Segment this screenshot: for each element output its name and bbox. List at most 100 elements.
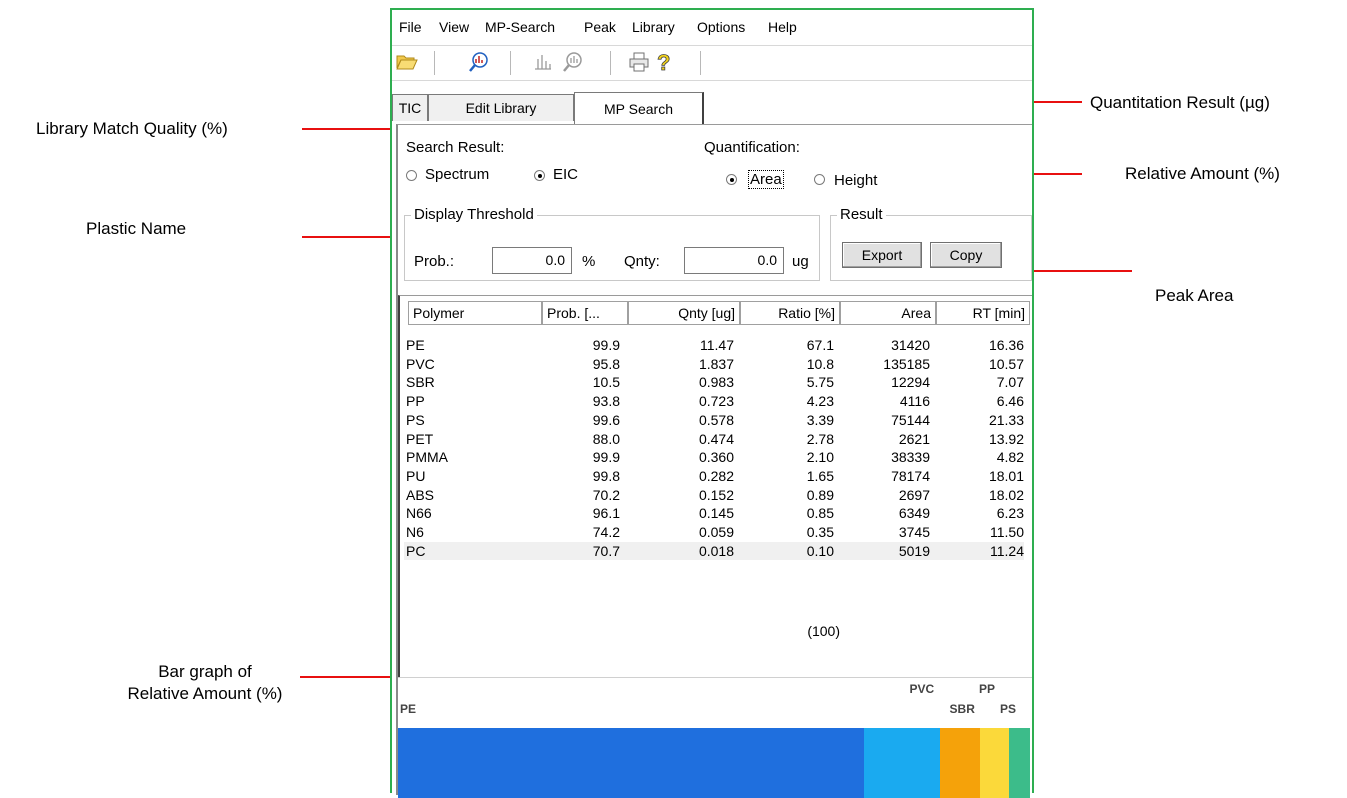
menu-file[interactable]: File [399, 19, 422, 35]
callout-bar-graph-line1: Bar graph of [158, 662, 252, 681]
table-row[interactable]: PC 70.7 0.018 0.10 5019 11.24 [404, 541, 1024, 560]
cell-ratio: 0.10 [806, 542, 834, 559]
table-row[interactable]: PE 99.9 11.47 67.1 31420 16.36 [404, 336, 1024, 354]
table-row[interactable]: PET 88.0 0.474 2.78 2621 13.92 [404, 430, 1024, 448]
callout-relative-amount: Relative Amount (%) [1125, 164, 1280, 183]
cell-rt: 11.24 [990, 542, 1024, 559]
tab-mp-search-label: MP Search [604, 100, 673, 117]
open-folder-icon[interactable] [394, 50, 420, 74]
mp-search-window: File View MP-Search Peak Library Options… [390, 8, 1034, 798]
relative-amount-bar-graph: PE PVC SBR PP PS [398, 677, 1032, 798]
cell-prob: 70.2 [592, 486, 620, 503]
peak-icon[interactable] [530, 50, 556, 74]
result-title: Result [837, 206, 886, 223]
table-row[interactable]: SBR 10.5 0.983 5.75 12294 7.07 [404, 373, 1024, 391]
cell-area: 5019 [898, 542, 930, 559]
cell-rt: 13.92 [988, 430, 1024, 447]
tab-mp-search[interactable]: MP Search [574, 92, 704, 124]
prob-unit: % [582, 253, 596, 270]
cell-polymer: PC [406, 542, 426, 559]
bar-label-pp: PP [978, 682, 995, 696]
prob-label: Prob.: [414, 253, 455, 270]
cell-ratio: 2.10 [806, 449, 834, 466]
cell-polymer: PMMA [406, 449, 448, 466]
callout-library-match-quality: Library Match Quality (%) [36, 119, 228, 138]
cell-polymer: SBR [406, 374, 435, 391]
cell-rt: 4.82 [996, 449, 1024, 466]
cell-prob: 96.1 [592, 505, 620, 522]
cell-polymer: PP [406, 393, 425, 410]
toolbar-separator [510, 51, 511, 75]
table-row[interactable]: PS 99.6 0.578 3.39 75144 21.33 [404, 411, 1024, 429]
cell-qnty: 0.059 [698, 524, 734, 540]
quantification-label: Quantification: [704, 139, 800, 156]
menu-help[interactable]: Help [768, 19, 797, 35]
column-header-qnty[interactable]: Qnty [ug] [628, 301, 740, 325]
cell-prob: 99.9 [592, 449, 620, 466]
cell-area: 12294 [891, 374, 930, 391]
callout-plastic-name: Plastic Name [86, 219, 187, 238]
cell-qnty: 0.145 [698, 505, 734, 522]
height-radio[interactable] [814, 174, 825, 185]
cell-area: 2697 [898, 486, 930, 503]
cell-polymer: N66 [406, 505, 432, 522]
table-row[interactable]: PMMA 99.9 0.360 2.10 38339 4.82 [404, 448, 1024, 466]
cell-qnty: 0.152 [698, 486, 734, 503]
menu-library[interactable]: Library [632, 19, 675, 35]
tab-strip: TIC Edit Library MP Search [392, 92, 1032, 124]
bar-label-ps: PS [1000, 702, 1017, 716]
table-row[interactable]: PVC 95.8 1.837 10.8 135185 10.57 [404, 355, 1024, 373]
menu-mp-search[interactable]: MP-Search [485, 19, 555, 35]
column-header-prob[interactable]: Prob. [... [542, 301, 628, 325]
cell-prob: 99.9 [592, 337, 620, 353]
search-spectrum-icon[interactable] [466, 50, 492, 74]
table-row[interactable]: N6 74.2 0.059 0.35 3745 11.50 [404, 523, 1024, 541]
bar-label-pvc: PVC [909, 682, 935, 696]
column-header-ratio[interactable]: Ratio [%] [740, 301, 840, 325]
spectrum-radio[interactable] [406, 170, 417, 181]
cell-polymer: PU [406, 467, 426, 484]
menu-options[interactable]: Options [697, 19, 745, 35]
menu-bar: File View MP-Search Peak Library Options… [392, 10, 1032, 40]
tab-tic[interactable]: TIC [392, 94, 428, 121]
cell-ratio: 4.23 [806, 393, 834, 410]
help-icon[interactable]: ? [650, 50, 676, 74]
table-row[interactable]: ABS 70.2 0.152 0.89 2697 18.02 [404, 486, 1024, 504]
cell-rt: 6.23 [996, 505, 1024, 522]
toolbar-separator [700, 51, 701, 75]
cell-area: 2621 [898, 430, 930, 447]
qnty-threshold-input[interactable]: 0.0 [684, 247, 784, 274]
export-button[interactable]: Export [842, 242, 922, 268]
column-header-rt[interactable]: RT [min] [936, 301, 1030, 325]
callout-bar-graph-line2: Relative Amount (%) [127, 684, 283, 703]
cell-ratio: 1.65 [806, 467, 834, 484]
eic-radio-label: EIC [553, 166, 579, 183]
column-header-polymer[interactable]: Polymer [408, 301, 542, 325]
cell-qnty: 0.983 [698, 374, 734, 391]
table-row[interactable]: PP 93.8 0.723 4.23 4116 6.46 [404, 392, 1024, 410]
table-row[interactable]: PU 99.8 0.282 1.65 78174 18.01 [404, 467, 1024, 485]
cell-prob: 93.8 [592, 393, 620, 410]
callout-quantitation-result: Quantitation Result (µg) [1090, 93, 1270, 112]
eic-radio[interactable] [534, 170, 545, 181]
cell-area: 4116 [899, 393, 930, 410]
zoom-search-icon[interactable] [560, 50, 586, 74]
cell-rt: 16.36 [988, 337, 1024, 353]
copy-button[interactable]: Copy [930, 242, 1002, 268]
cell-polymer: PVC [406, 355, 435, 372]
cell-qnty: 0.018 [698, 542, 734, 559]
cell-qnty: 1.837 [698, 355, 734, 372]
cell-ratio: 67.1 [806, 337, 834, 353]
tab-edit-library[interactable]: Edit Library [428, 94, 574, 121]
menu-peak[interactable]: Peak [584, 19, 616, 35]
cell-rt: 7.07 [996, 374, 1024, 391]
prob-threshold-input[interactable]: 0.0 [492, 247, 572, 274]
cell-qnty: 0.474 [698, 430, 734, 447]
column-header-area[interactable]: Area [840, 301, 936, 325]
area-radio[interactable] [726, 174, 737, 185]
menu-view[interactable]: View [439, 19, 469, 35]
total-ratio: (100) [807, 623, 840, 639]
table-row[interactable]: N66 96.1 0.145 0.85 6349 6.23 [404, 504, 1024, 522]
print-icon[interactable] [626, 50, 652, 74]
spectrum-radio-label: Spectrum [425, 166, 490, 183]
